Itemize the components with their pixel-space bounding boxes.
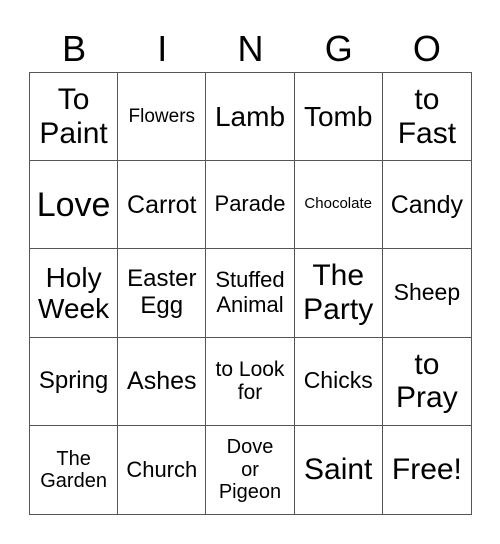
bingo-cell[interactable]: Ashes xyxy=(118,337,207,426)
bingo-cell-text: Chicks xyxy=(303,367,373,394)
bingo-cell-text: Ashes xyxy=(127,367,197,396)
bingo-header: B I N G O xyxy=(30,26,471,72)
bingo-cell-text: Church xyxy=(126,456,198,482)
header-letter-i: I xyxy=(157,28,168,69)
bingo-grid: To Paint Flowers Lamb Tomb to Fast Love Carrot Pa… xyxy=(29,72,472,515)
bingo-cell[interactable]: Easter Egg xyxy=(118,249,207,338)
bingo-cell[interactable]: to Fast xyxy=(382,73,471,162)
bingo-cell[interactable]: Free! xyxy=(383,426,471,514)
header-letter-o: O xyxy=(412,28,441,69)
bingo-cell[interactable]: To Paint xyxy=(30,73,119,162)
bingo-cell-text: Holy Week xyxy=(38,261,110,324)
bingo-cell[interactable]: Tomb xyxy=(294,73,383,162)
bingo-cell[interactable]: Chocolate xyxy=(294,161,383,250)
bingo-cell-text: Dove or Pigeon xyxy=(218,436,282,504)
bingo-cell[interactable]: Parade xyxy=(206,161,295,250)
bingo-cell[interactable]: Lamb xyxy=(206,73,295,162)
bingo-cell-text: Chocolate xyxy=(304,195,372,213)
bingo-cell-text: Tomb xyxy=(303,100,373,132)
header-letter-b: B xyxy=(62,28,87,69)
bingo-cell-text: Free! xyxy=(391,453,462,487)
bingo-cell[interactable]: Holy Week xyxy=(30,249,119,338)
bingo-cell-text: Lamb xyxy=(214,100,286,132)
bingo-cell-text: to Look for xyxy=(215,357,285,405)
bingo-cell-text: Spring xyxy=(38,366,109,394)
bingo-cell-text: Parade xyxy=(214,191,286,217)
bingo-cell-text: Flowers xyxy=(128,105,196,127)
bingo-cell[interactable]: The Party xyxy=(294,249,383,338)
bingo-cell-text: The Garden xyxy=(40,447,107,492)
bingo-cell[interactable]: Carrot xyxy=(118,161,207,250)
bingo-cell[interactable]: to Look for xyxy=(206,337,295,426)
bingo-cell-text: Saint xyxy=(304,453,373,487)
bingo-cell[interactable]: Church xyxy=(118,425,207,514)
bingo-cell[interactable]: to Pray xyxy=(382,338,471,426)
bingo-cell-text: Easter Egg xyxy=(127,265,197,319)
bingo-cell[interactable]: Flowers xyxy=(118,73,207,162)
header-letter-n: N xyxy=(237,28,264,69)
bingo-cell-text: Carrot xyxy=(127,190,197,219)
bingo-cell[interactable]: Chicks xyxy=(294,337,383,426)
bingo-cell[interactable]: Love xyxy=(30,161,119,250)
bingo-cell[interactable]: The Garden xyxy=(30,425,119,514)
bingo-cell[interactable]: Sheep xyxy=(382,249,471,338)
bingo-cell-text: To Paint xyxy=(39,83,108,150)
bingo-cell[interactable]: Spring xyxy=(30,337,119,426)
bingo-cell-text: Sheep xyxy=(393,279,461,306)
bingo-cell[interactable]: Saint xyxy=(295,425,383,514)
bingo-cell[interactable]: Candy xyxy=(382,161,471,250)
bingo-cell-text: Love xyxy=(36,185,111,224)
bingo-cell[interactable]: Dove or Pigeon xyxy=(206,425,295,514)
bingo-cell-text: Stuffed Animal xyxy=(215,267,285,317)
bingo-cell-text: to Fast xyxy=(397,83,457,150)
bingo-cell-text: to Pray xyxy=(396,347,458,415)
bingo-cell[interactable]: Stuffed Animal xyxy=(206,249,295,338)
bingo-cell-text: Candy xyxy=(390,190,464,219)
bingo-cell-text: The Party xyxy=(303,259,374,326)
header-letter-g: G xyxy=(324,28,353,69)
